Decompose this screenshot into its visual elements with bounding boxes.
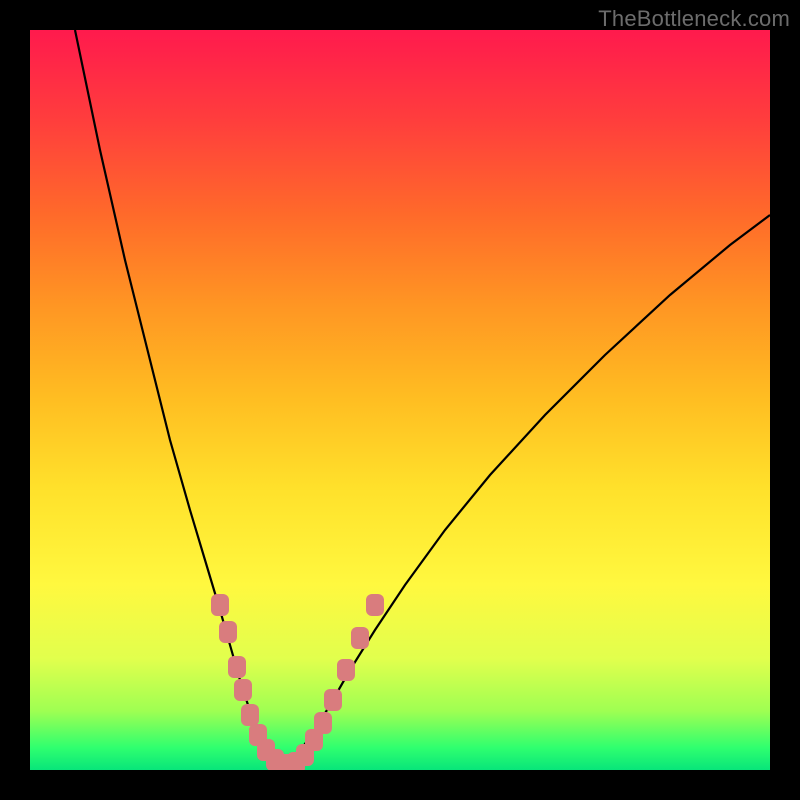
marker-point — [314, 712, 332, 734]
marker-point — [366, 594, 384, 616]
chart-frame: TheBottleneck.com — [0, 0, 800, 800]
marker-point — [241, 704, 259, 726]
right-curve — [284, 215, 770, 766]
watermark-text: TheBottleneck.com — [598, 6, 790, 32]
plot-area — [30, 30, 770, 770]
marker-group — [211, 594, 384, 770]
marker-point — [351, 627, 369, 649]
marker-point — [337, 659, 355, 681]
marker-point — [234, 679, 252, 701]
left-curve — [75, 30, 284, 766]
marker-point — [228, 656, 246, 678]
marker-point — [211, 594, 229, 616]
marker-point — [219, 621, 237, 643]
marker-point — [324, 689, 342, 711]
curve-svg — [30, 30, 770, 770]
